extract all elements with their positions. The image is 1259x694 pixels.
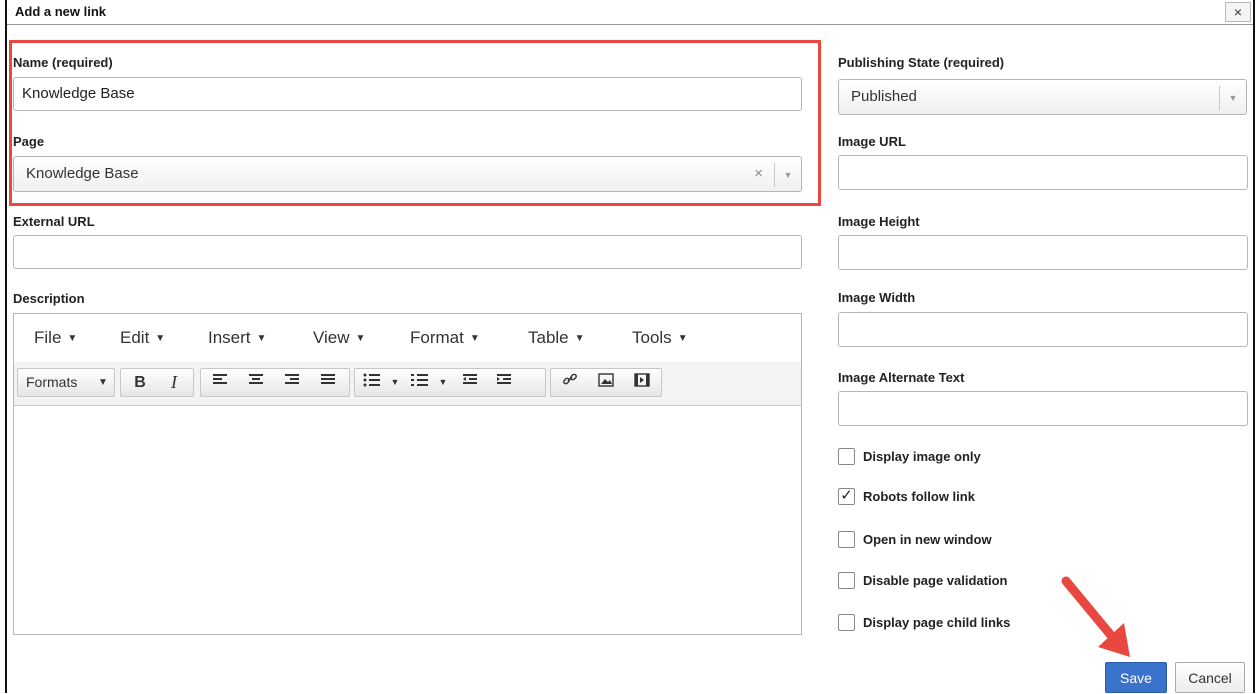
menu-insert[interactable]: Insert ▼ (208, 328, 266, 348)
rich-text-editor: File ▼ Edit ▼ Insert ▼ View ▼ Format ▼ Table ▼… (13, 313, 802, 635)
description-label: Description (13, 291, 85, 306)
chevron-down-icon[interactable]: ▼ (1219, 86, 1246, 110)
image-alt-input[interactable] (838, 391, 1248, 426)
dialog-title: Add a new link (15, 4, 107, 19)
align-left-icon[interactable] (203, 369, 237, 396)
external-url-input[interactable] (13, 235, 802, 269)
open-in-new-window-label: Open in new window (863, 532, 992, 547)
link-icon[interactable] (553, 369, 587, 396)
image-height-label: Image Height (838, 214, 920, 229)
menu-file[interactable]: File ▼ (34, 328, 77, 348)
outdent-icon[interactable] (455, 369, 485, 396)
page-label: Page (13, 134, 45, 149)
media-icon[interactable] (625, 369, 659, 396)
menu-view[interactable]: View ▼ (313, 328, 365, 348)
close-button[interactable]: × (1225, 2, 1251, 22)
text-style-group: B I (120, 368, 194, 397)
display-page-child-links-label: Display page child links (863, 615, 1011, 630)
insert-group (550, 368, 662, 397)
display-image-only-label: Display image only (863, 449, 981, 464)
align-center-icon[interactable] (239, 369, 273, 396)
annotation-arrow-icon (1061, 576, 1130, 657)
align-group (200, 368, 350, 397)
image-width-input[interactable] (838, 312, 1248, 347)
display-page-child-links-checkbox[interactable] (838, 614, 855, 631)
image-url-input[interactable] (838, 155, 1248, 190)
publishing-state-label: Publishing State (required) (838, 55, 1005, 70)
save-button[interactable]: Save (1105, 662, 1167, 693)
name-label: Name (required) (13, 55, 113, 70)
robots-follow-link-label: Robots follow link (863, 489, 975, 504)
dialog-titlebar: Add a new link × (7, 0, 1253, 25)
publishing-state-select[interactable]: Published ▼ (838, 79, 1247, 115)
align-justify-icon[interactable] (311, 369, 345, 396)
list-group: ▼ ▼ (354, 368, 546, 397)
menu-edit[interactable]: Edit ▼ (120, 328, 165, 348)
page-select[interactable]: Knowledge Base × ▼ (13, 156, 802, 192)
menu-tools[interactable]: Tools ▼ (632, 328, 688, 348)
bold-button[interactable]: B (125, 369, 155, 396)
formats-dropdown[interactable]: Formats ▼ (17, 368, 115, 397)
chevron-down-icon[interactable]: ▼ (389, 369, 401, 396)
chevron-down-icon[interactable]: ▼ (774, 163, 801, 187)
display-image-only-checkbox[interactable] (838, 448, 855, 465)
external-url-label: External URL (13, 214, 95, 229)
image-width-label: Image Width (838, 290, 916, 305)
chevron-down-icon: ▼ (98, 377, 108, 388)
image-url-label: Image URL (838, 134, 906, 149)
robots-follow-link-checkbox[interactable]: ✓ (838, 488, 855, 505)
publishing-state-value: Published (851, 88, 917, 105)
page-select-value: Knowledge Base (26, 165, 139, 182)
menu-table[interactable]: Table ▼ (528, 328, 585, 348)
image-icon[interactable] (589, 369, 623, 396)
bullet-list-icon[interactable] (357, 369, 387, 396)
open-in-new-window-checkbox[interactable] (838, 531, 855, 548)
menu-format[interactable]: Format ▼ (410, 328, 480, 348)
disable-page-validation-label: Disable page validation (863, 573, 1008, 588)
indent-icon[interactable] (489, 369, 519, 396)
chevron-down-icon[interactable]: ▼ (437, 369, 449, 396)
align-right-icon[interactable] (275, 369, 309, 396)
disable-page-validation-checkbox[interactable] (838, 572, 855, 589)
name-input[interactable]: Knowledge Base (13, 77, 802, 111)
clear-icon[interactable]: × (754, 157, 763, 191)
image-alt-label: Image Alternate Text (838, 370, 965, 385)
editor-menubar: File ▼ Edit ▼ Insert ▼ View ▼ Format ▼ Table ▼… (14, 314, 801, 363)
cancel-button[interactable]: Cancel (1175, 662, 1245, 693)
image-height-input[interactable] (838, 235, 1248, 270)
editor-toolbar: Formats ▼ B I ▼ ▼ (14, 362, 801, 406)
italic-button[interactable]: I (159, 369, 189, 396)
numbered-list-icon[interactable] (405, 369, 435, 396)
